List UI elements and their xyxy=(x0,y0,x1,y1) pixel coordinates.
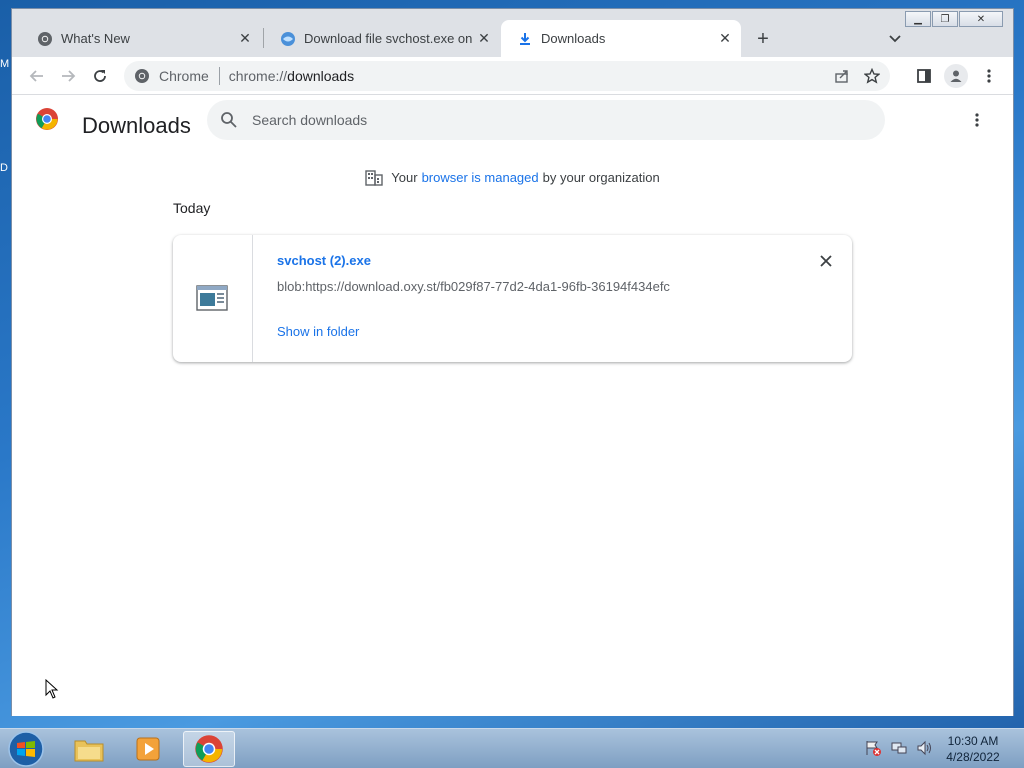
download-source-url[interactable]: blob:https://download.oxy.st/fb029f87-77… xyxy=(277,279,670,294)
url-scheme: chrome:// xyxy=(228,68,288,84)
download-item-card: svchost (2).exe blob:https://download.ox… xyxy=(173,235,852,362)
close-icon[interactable]: ✕ xyxy=(474,29,494,49)
volume-icon[interactable] xyxy=(916,739,934,757)
browser-toolbar: Chrome chrome://downloads xyxy=(12,57,1013,95)
star-icon xyxy=(864,68,880,84)
remove-download-button[interactable] xyxy=(816,251,836,271)
download-icon xyxy=(520,32,530,45)
search-downloads-input[interactable]: Search downloads xyxy=(207,100,885,140)
mouse-cursor-icon xyxy=(45,679,59,699)
downloads-page: Downloads Search downloads Your browser … xyxy=(12,96,1013,716)
clock-date: 4/28/2022 xyxy=(946,750,1000,764)
chrome-icon xyxy=(38,31,52,46)
media-player-icon xyxy=(136,737,160,761)
building-icon xyxy=(365,170,383,186)
tab-oxy-download[interactable]: Download file svchost.exe on Oxy ✕ xyxy=(264,20,500,57)
taskbar-explorer[interactable] xyxy=(63,731,115,767)
window-controls: ▁ ❐ ✕ xyxy=(904,11,1003,27)
windows-taskbar: 10:30 AM 4/28/2022 xyxy=(0,728,1024,768)
tab-title: Download file svchost.exe on Oxy xyxy=(304,31,474,46)
managed-text-prefix: Your xyxy=(391,169,418,185)
action-center-flag-icon[interactable] xyxy=(864,739,882,757)
clock-time: 10:30 AM xyxy=(947,734,999,748)
taskbar-chrome[interactable] xyxy=(183,731,235,767)
more-vert-icon xyxy=(987,69,991,83)
new-tab-button[interactable]: + xyxy=(749,25,777,53)
file-icon-column xyxy=(173,235,253,362)
search-placeholder: Search downloads xyxy=(252,112,368,128)
close-window-button[interactable]: ✕ xyxy=(959,11,1003,27)
person-icon xyxy=(950,70,962,82)
share-icon xyxy=(835,70,848,83)
chrome-icon xyxy=(135,69,149,83)
reload-button[interactable] xyxy=(88,64,112,88)
bookmark-button[interactable] xyxy=(864,68,880,84)
search-icon xyxy=(221,112,237,128)
reload-icon xyxy=(94,70,106,82)
managed-link[interactable]: browser is managed xyxy=(422,170,539,185)
desktop-icon-label: D xyxy=(0,162,8,174)
taskbar-clock[interactable]: 10:30 AM 4/28/2022 xyxy=(936,733,1010,765)
oxy-globe-icon xyxy=(281,31,295,46)
show-in-folder-link[interactable]: Show in folder xyxy=(277,324,359,339)
date-group-label: Today xyxy=(173,200,211,216)
system-tray xyxy=(864,739,934,757)
omnibox-divider xyxy=(218,67,220,85)
managed-notice: Your browser is managed by your organiza… xyxy=(12,168,1013,186)
chrome-window: What's New ✕ Download file svchost.exe o… xyxy=(11,8,1014,716)
close-icon[interactable]: ✕ xyxy=(715,29,735,49)
tab-strip: What's New ✕ Download file svchost.exe o… xyxy=(12,9,1013,57)
managed-text-suffix: by your organization xyxy=(542,169,660,185)
address-bar[interactable]: Chrome chrome://downloads xyxy=(124,61,890,91)
taskbar-media-player[interactable] xyxy=(122,731,174,767)
side-panel-icon xyxy=(917,69,931,83)
share-button[interactable] xyxy=(834,68,850,84)
tab-title: Downloads xyxy=(541,31,606,46)
forward-arrow-icon xyxy=(62,70,76,82)
page-title: Downloads xyxy=(82,113,191,138)
url-path: downloads xyxy=(287,68,355,84)
download-filename-link[interactable]: svchost (2).exe xyxy=(277,253,371,268)
folder-icon xyxy=(74,740,104,762)
chrome-menu-button[interactable] xyxy=(977,64,1001,88)
site-chip: Chrome xyxy=(159,68,209,84)
back-arrow-icon xyxy=(29,70,43,82)
minimize-button[interactable]: ▁ xyxy=(905,11,931,27)
more-vert-icon xyxy=(975,113,979,127)
forward-button[interactable] xyxy=(56,64,80,88)
exe-file-icon xyxy=(196,285,228,311)
tab-title: What's New xyxy=(61,31,130,46)
chevron-down-icon xyxy=(889,35,901,43)
close-icon xyxy=(820,255,832,267)
tab-downloads[interactable]: Downloads ✕ xyxy=(501,20,741,57)
desktop-icon-label: M xyxy=(0,58,10,70)
downloads-menu-button[interactable] xyxy=(967,110,987,130)
profile-button[interactable] xyxy=(944,64,968,88)
chrome-logo-icon xyxy=(195,735,223,763)
chrome-logo-icon xyxy=(36,108,58,130)
downloads-header: Downloads Search downloads xyxy=(12,96,1013,146)
start-button[interactable] xyxy=(6,730,46,768)
close-icon[interactable]: ✕ xyxy=(235,29,255,49)
tab-search-button[interactable] xyxy=(883,27,907,51)
side-panel-button[interactable] xyxy=(912,64,936,88)
tab-whats-new[interactable]: What's New ✕ xyxy=(21,20,261,57)
network-icon[interactable] xyxy=(890,739,908,757)
restore-button[interactable]: ❐ xyxy=(932,11,958,27)
back-button[interactable] xyxy=(25,64,49,88)
